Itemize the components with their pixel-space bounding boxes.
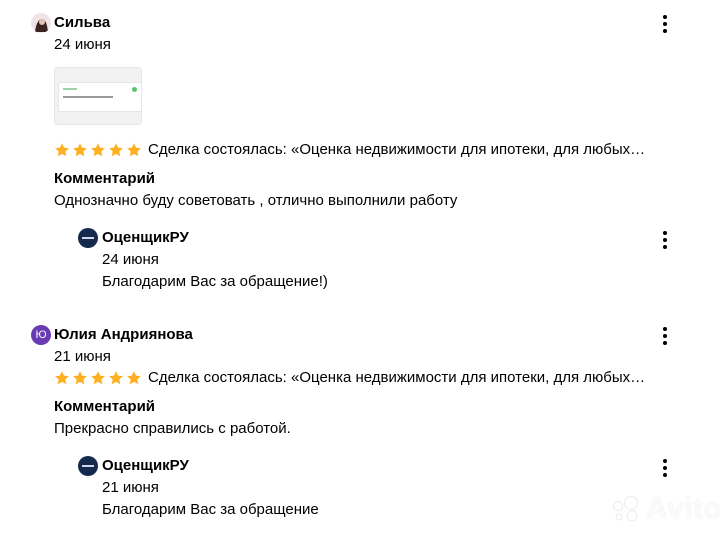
star-icon xyxy=(73,143,87,157)
review-date: 21 июня xyxy=(54,348,111,365)
reviewer-name[interactable]: Юлия Андриянова xyxy=(54,326,193,344)
avito-watermark: Avito xyxy=(612,492,720,526)
star-icon xyxy=(127,371,141,385)
reply-date: 24 июня xyxy=(102,251,159,268)
comment-text: Однозначно буду советовать , отлично вып… xyxy=(54,192,458,209)
reviewer-avatar xyxy=(31,13,51,33)
watermark-text: Avito xyxy=(646,492,720,525)
seller-avatar xyxy=(78,456,98,476)
star-icon xyxy=(127,143,141,157)
reply-menu-button[interactable] xyxy=(656,230,674,250)
review-photo-thumbnail[interactable] xyxy=(54,67,142,125)
comment-label: Комментарий xyxy=(54,398,156,415)
avito-logo-icon xyxy=(613,496,638,522)
seller-avatar xyxy=(78,228,98,248)
reviewer-photo-icon xyxy=(31,13,51,33)
reviewer-name[interactable]: Сильва xyxy=(54,14,110,32)
star-icon xyxy=(73,371,87,385)
star-icon xyxy=(109,371,123,385)
deal-info-link[interactable]: Сделка состоялась: «Оценка недвижимости … xyxy=(148,141,678,159)
review-date: 24 июня xyxy=(54,36,111,53)
comment-text: Прекрасно справились с работой. xyxy=(54,420,291,437)
seller-name[interactable]: ОценщикРУ xyxy=(102,229,189,247)
star-icon xyxy=(91,143,105,157)
seller-name[interactable]: ОценщикРУ xyxy=(102,457,189,475)
reply-text: Благодарим Вас за обращение xyxy=(102,501,319,518)
reviewer-avatar: Ю xyxy=(31,325,51,345)
star-icon xyxy=(55,371,69,385)
avatar-letter: Ю xyxy=(35,328,47,341)
comment-label: Комментарий xyxy=(54,170,156,187)
star-icon xyxy=(55,143,69,157)
reply-text: Благодарим Вас за обращение!) xyxy=(102,273,328,290)
review-menu-button[interactable] xyxy=(656,14,674,34)
reply-date: 21 июня xyxy=(102,479,159,496)
thumbnail-document xyxy=(58,82,141,112)
deal-info-link[interactable]: Сделка состоялась: «Оценка недвижимости … xyxy=(148,369,678,387)
rating-stars xyxy=(54,141,142,159)
rating-stars xyxy=(54,369,142,387)
review-menu-button[interactable] xyxy=(656,326,674,346)
reply-menu-button[interactable] xyxy=(656,458,674,478)
star-icon xyxy=(91,371,105,385)
star-icon xyxy=(109,143,123,157)
